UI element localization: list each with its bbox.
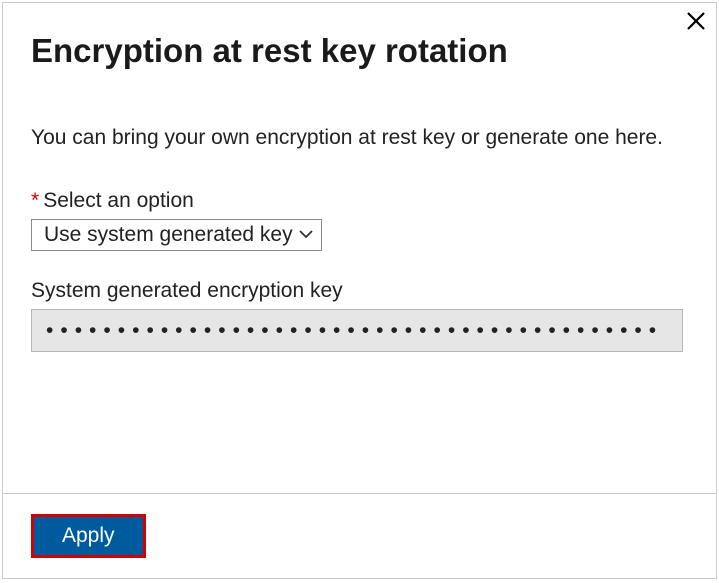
panel-description: You can bring your own encryption at res… [31, 123, 688, 153]
option-label: Select an option [43, 189, 194, 212]
option-select[interactable]: Use system generated key [31, 219, 322, 251]
panel-title: Encryption at rest key rotation [31, 31, 688, 71]
panel-footer: Apply [3, 493, 716, 578]
option-select-value: Use system generated key [44, 223, 293, 247]
key-field: System generated encryption key ••••••••… [31, 279, 688, 352]
close-icon[interactable] [686, 9, 706, 35]
option-field: *Select an option Use system generated k… [31, 189, 688, 251]
key-label: System generated encryption key [31, 279, 688, 303]
chevron-down-icon [299, 226, 313, 244]
required-marker: * [31, 189, 39, 212]
key-display: ••••••••••••••••••••••••••••••••••••••••… [31, 309, 683, 352]
key-rotation-panel: Encryption at rest key rotation You can … [2, 2, 717, 579]
apply-button[interactable]: Apply [31, 514, 146, 558]
option-label-row: *Select an option [31, 189, 688, 213]
panel-content: Encryption at rest key rotation You can … [3, 3, 716, 493]
